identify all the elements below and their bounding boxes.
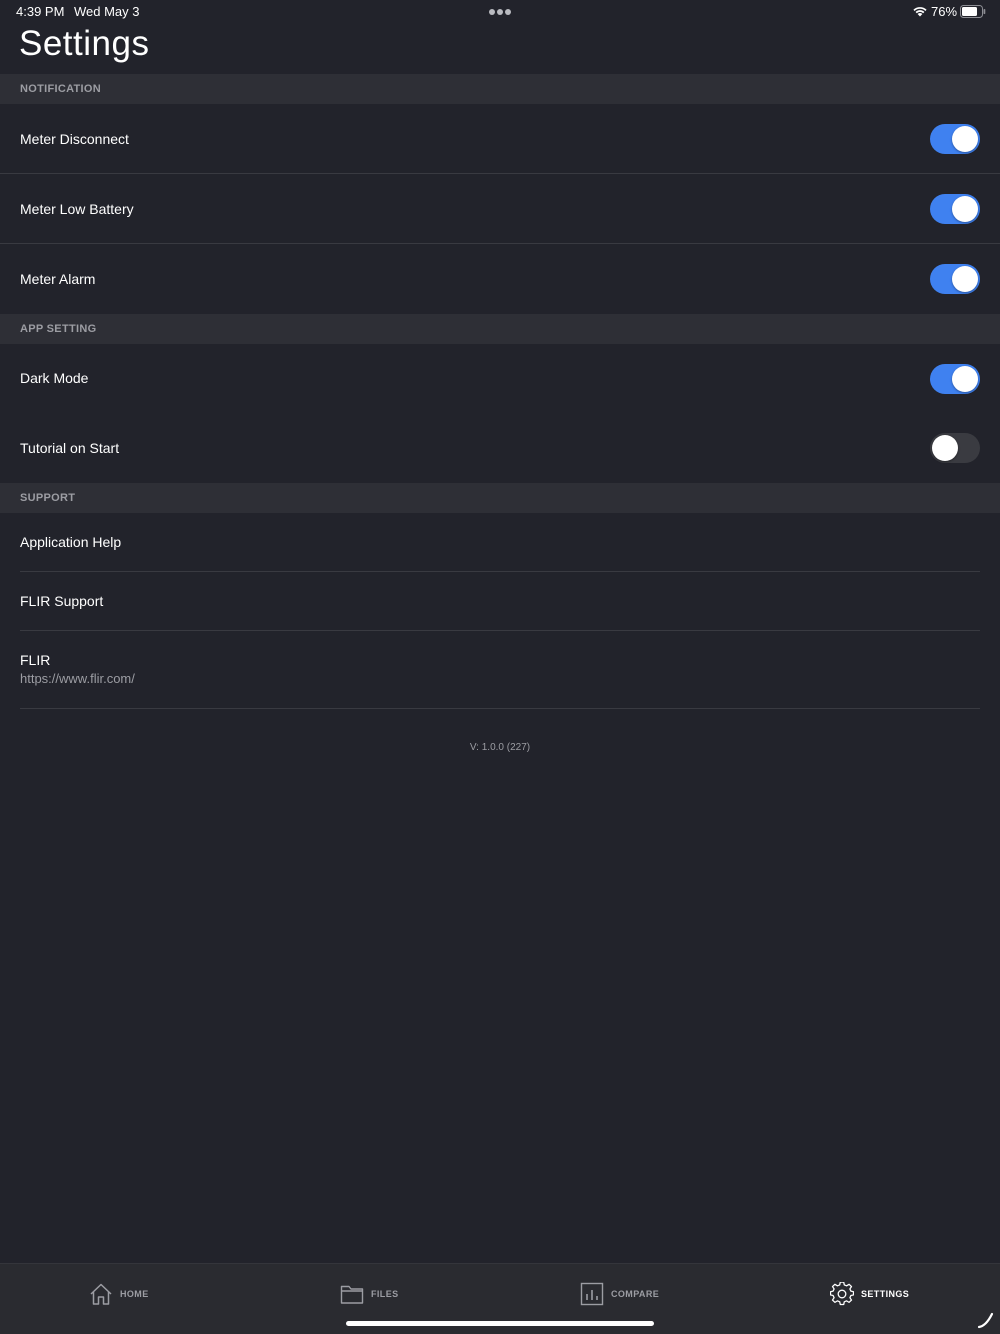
status-date: Wed May 3 bbox=[74, 4, 140, 19]
meter-low-battery-label: Meter Low Battery bbox=[20, 201, 134, 217]
battery-icon bbox=[960, 5, 986, 18]
tab-settings[interactable]: SETTINGS bbox=[830, 1282, 909, 1306]
meter-alarm-label: Meter Alarm bbox=[20, 271, 96, 287]
flir-label: FLIR bbox=[20, 652, 51, 668]
gear-icon bbox=[830, 1282, 854, 1306]
setting-row-meter-disconnect: Meter Disconnect bbox=[0, 104, 1000, 174]
dark-mode-label: Dark Mode bbox=[20, 370, 89, 386]
app-version: V: 1.0.0 (227) bbox=[469, 742, 531, 753]
section-header-app-setting: APP SETTING bbox=[0, 314, 1000, 344]
meter-low-battery-toggle[interactable] bbox=[930, 194, 980, 224]
tab-compare-label: COMPARE bbox=[611, 1289, 660, 1299]
meter-disconnect-label: Meter Disconnect bbox=[20, 131, 129, 147]
pencil-scribble-icon[interactable] bbox=[977, 1311, 995, 1329]
section-header-notification: NOTIFICATION bbox=[0, 74, 1000, 104]
multitasking-dots-icon[interactable] bbox=[489, 9, 511, 15]
setting-row-meter-alarm: Meter Alarm bbox=[0, 244, 1000, 314]
setting-row-dark-mode: Dark Mode bbox=[0, 344, 1000, 414]
tab-files-label: FILES bbox=[371, 1289, 399, 1299]
meter-alarm-toggle[interactable] bbox=[930, 264, 980, 294]
home-icon bbox=[90, 1283, 112, 1305]
meter-disconnect-toggle[interactable] bbox=[930, 124, 980, 154]
support-row-application-help[interactable]: Application Help bbox=[0, 513, 1000, 572]
flir-url-link[interactable]: https://www.flir.com/ bbox=[20, 671, 135, 686]
status-bar: 4:39 PM Wed May 3 76% bbox=[0, 0, 1000, 24]
application-help-label: Application Help bbox=[20, 534, 122, 550]
wifi-icon bbox=[913, 7, 927, 17]
flir-support-label: FLIR Support bbox=[20, 593, 104, 609]
status-time: 4:39 PM bbox=[16, 4, 65, 19]
dark-mode-toggle[interactable] bbox=[930, 364, 980, 394]
battery-percentage: 76% bbox=[931, 4, 958, 19]
page-title: Settings bbox=[19, 24, 150, 63]
setting-row-meter-low-battery: Meter Low Battery bbox=[0, 174, 1000, 244]
divider bbox=[20, 708, 980, 709]
home-indicator[interactable] bbox=[346, 1321, 654, 1326]
support-row-flir-website[interactable]: FLIR https://www.flir.com/ bbox=[0, 631, 1000, 709]
section-header-support: SUPPORT bbox=[0, 483, 1000, 513]
tutorial-on-start-label: Tutorial on Start bbox=[20, 440, 120, 456]
folder-icon bbox=[340, 1285, 364, 1304]
tab-home-label: HOME bbox=[120, 1289, 149, 1299]
setting-row-tutorial-on-start: Tutorial on Start bbox=[0, 414, 1000, 483]
support-row-flir-support[interactable]: FLIR Support bbox=[0, 572, 1000, 631]
tab-files[interactable]: FILES bbox=[340, 1282, 399, 1306]
tab-settings-label: SETTINGS bbox=[861, 1289, 910, 1299]
tab-home[interactable]: HOME bbox=[89, 1282, 149, 1306]
chart-icon bbox=[580, 1282, 604, 1306]
settings-screen: 4:39 PM Wed May 3 76% Settings NOTIFICAT… bbox=[0, 0, 1000, 1334]
tutorial-on-start-toggle[interactable] bbox=[930, 433, 980, 463]
tab-compare[interactable]: COMPARE bbox=[580, 1282, 659, 1306]
